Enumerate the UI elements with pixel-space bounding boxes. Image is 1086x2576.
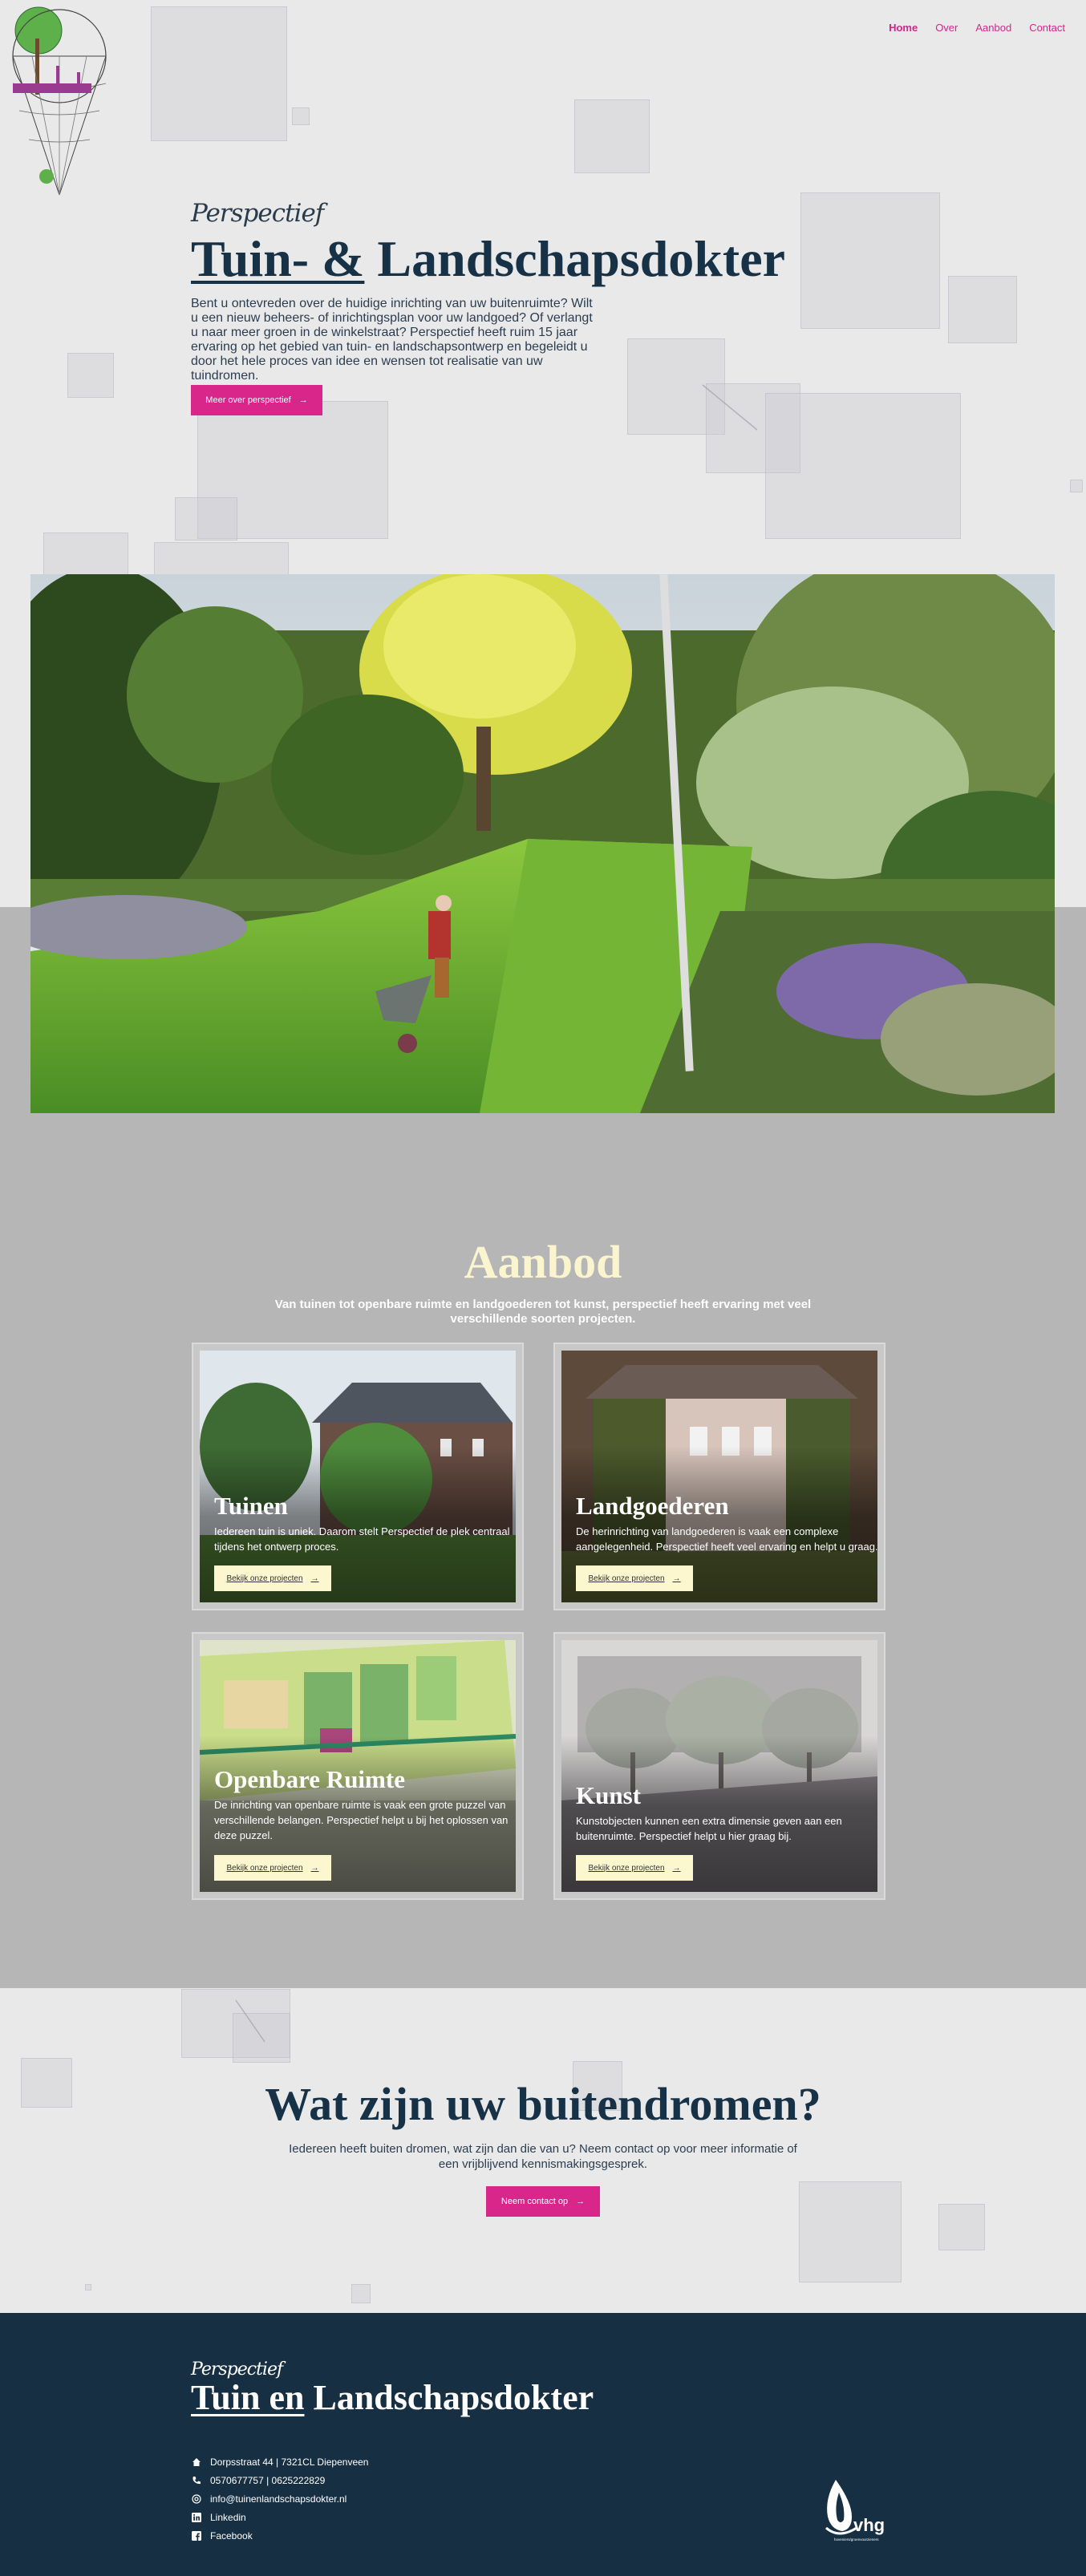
decorative-square <box>948 276 1017 343</box>
hero-intro-text: Bent u ontevreden over de huidige inrich… <box>191 297 593 383</box>
card-openbare-ruimte[interactable]: Openbare Ruimte De inrichting van openba… <box>192 1632 524 1900</box>
footer-facebook[interactable]: Facebook <box>191 2526 368 2545</box>
arrow-right-icon: → <box>576 2197 586 2206</box>
decorative-square <box>67 353 114 398</box>
decorative-square <box>765 393 961 539</box>
card-button-label: Bekijk onze projecten <box>588 1863 665 1873</box>
card-title-kunst: Kunst <box>576 1781 641 1809</box>
decorative-square <box>574 99 650 173</box>
footer-email[interactable]: info@tuinenlandschapsdokter.nl <box>191 2489 368 2508</box>
card-image-kunst: Kunst Kunstobjecten kunnen een extra dim… <box>561 1640 877 1892</box>
card-landgoederen[interactable]: Landgoederen De herinrichting van landgo… <box>553 1343 885 1610</box>
footer <box>0 2313 1086 2576</box>
card-image-landgoederen: Landgoederen De herinrichting van landgo… <box>561 1351 877 1602</box>
card-text-openbare-ruimte: De inrichting van openbare ruimte is vaa… <box>214 1799 509 1841</box>
decorative-square <box>85 2284 91 2290</box>
card-text-tuinen: Iedereen tuin is uniek. Daarom stelt Per… <box>214 1525 510 1553</box>
vhg-logo-subtext: hoveniers/groenvoorzieners <box>834 2538 879 2542</box>
footer-facebook-text[interactable]: Facebook <box>210 2530 253 2542</box>
footer-address-text: Dorpsstraat 44 | 7321CL Diepenveen <box>210 2456 369 2468</box>
footer-linkedin[interactable]: Linkedin <box>191 2508 368 2526</box>
card-title-landgoederen: Landgoederen <box>576 1492 729 1520</box>
decorative-square <box>154 542 289 576</box>
aanbod-title: Aanbod <box>464 1236 622 1288</box>
linkedin-icon <box>191 2512 202 2523</box>
facebook-icon <box>191 2530 202 2542</box>
footer-title-part2: Landschapsdokter <box>304 2378 594 2417</box>
nav-over-link[interactable]: Over <box>935 22 958 34</box>
garden-photo <box>30 574 1055 1113</box>
card-image-openbare-ruimte: Openbare Ruimte De inrichting van openba… <box>200 1640 516 1892</box>
footer-phone-text: 0570677757 | 0625222829 <box>210 2474 326 2486</box>
decorative-square <box>800 192 940 329</box>
decorative-square <box>292 107 310 125</box>
vhg-logo-text: vhg <box>853 2515 885 2535</box>
hero-more-button-label: Meer over perspectief <box>205 395 291 405</box>
card-text-kunst: Kunstobjecten kunnen een extra dimensie … <box>576 1815 842 1842</box>
card-title-openbare-ruimte: Openbare Ruimte <box>214 1765 405 1793</box>
decorative-line <box>702 384 758 431</box>
contact-button[interactable]: Neem contact op → <box>486 2186 600 2217</box>
decorative-square <box>43 533 128 576</box>
decorative-square <box>1070 480 1083 492</box>
dreams-title: Wat zijn uw buitendromen? <box>265 2078 821 2130</box>
main-nav: Home Over Aanbod Contact <box>889 22 1065 34</box>
card-button-openbare-ruimte[interactable]: Bekijk onze projecten → <box>214 1855 331 1881</box>
card-button-tuinen[interactable]: Bekijk onze projecten → <box>214 1565 331 1591</box>
arrow-right-icon: → <box>310 1574 319 1583</box>
arrow-right-icon: → <box>310 1863 319 1873</box>
footer-title-part1: Tuin en <box>191 2378 305 2417</box>
hero-kicker: Perspectief <box>191 199 324 228</box>
arrow-right-icon: → <box>672 1574 681 1583</box>
nav-aanbod-link[interactable]: Aanbod <box>975 22 1011 34</box>
decorative-square <box>175 497 237 541</box>
dreams-text: Iedereen heeft buiten dromen, wat zijn d… <box>289 2142 797 2171</box>
nav-contact-link[interactable]: Contact <box>1029 22 1065 34</box>
card-button-kunst[interactable]: Bekijk onze projecten → <box>576 1855 693 1881</box>
card-button-label: Bekijk onze projecten <box>226 1574 303 1583</box>
decorative-square <box>151 6 287 141</box>
decorative-line <box>235 1999 265 2043</box>
aanbod-subtitle: Van tuinen tot openbare ruimte en landgo… <box>274 1298 812 1326</box>
card-button-label: Bekijk onze projecten <box>226 1863 303 1873</box>
footer-address: Dorpsstraat 44 | 7321CL Diepenveen <box>191 2452 368 2471</box>
hero-title: Tuin- & Landschapsdokter <box>191 229 785 289</box>
arrow-right-icon: → <box>672 1863 681 1873</box>
contact-button-label: Neem contact op <box>500 2197 569 2206</box>
arrow-right-icon: → <box>298 395 308 405</box>
phone-icon <box>191 2475 202 2486</box>
footer-linkedin-text[interactable]: Linkedin <box>210 2512 246 2523</box>
hero-title-part2: Landschapsdokter <box>364 230 785 287</box>
decorative-square <box>938 2204 985 2250</box>
home-icon <box>191 2457 202 2468</box>
card-button-label: Bekijk onze projecten <box>588 1574 665 1583</box>
card-button-landgoederen[interactable]: Bekijk onze projecten → <box>576 1565 693 1591</box>
footer-contact-list: Dorpsstraat 44 | 7321CL Diepenveen 05706… <box>191 2452 368 2545</box>
footer-phone: 0570677757 | 0625222829 <box>191 2471 368 2489</box>
hero-more-button[interactable]: Meer over perspectief → <box>191 385 322 415</box>
hero-title-part1: Tuin- & <box>191 230 365 287</box>
vhg-logo-icon: vhg hoveniers/groenvoorzieners <box>825 2480 885 2542</box>
card-text-landgoederen: De herinrichting van landgoederen is vaa… <box>576 1525 877 1553</box>
card-kunst[interactable]: Kunst Kunstobjecten kunnen een extra dim… <box>553 1632 885 1900</box>
card-image-tuinen: Tuinen Iedereen tuin is uniek. Daarom st… <box>200 1351 516 1602</box>
decorative-square <box>799 2181 902 2282</box>
decorative-square <box>351 2284 371 2303</box>
footer-email-text[interactable]: info@tuinenlandschapsdokter.nl <box>210 2493 346 2505</box>
at-icon <box>191 2493 202 2505</box>
logo-icon <box>12 6 107 196</box>
nav-home-link[interactable]: Home <box>889 22 918 34</box>
footer-title: Tuin en Landschapsdokter <box>191 2377 594 2418</box>
card-tuinen[interactable]: Tuinen Iedereen tuin is uniek. Daarom st… <box>192 1343 524 1610</box>
card-title-tuinen: Tuinen <box>214 1492 288 1520</box>
